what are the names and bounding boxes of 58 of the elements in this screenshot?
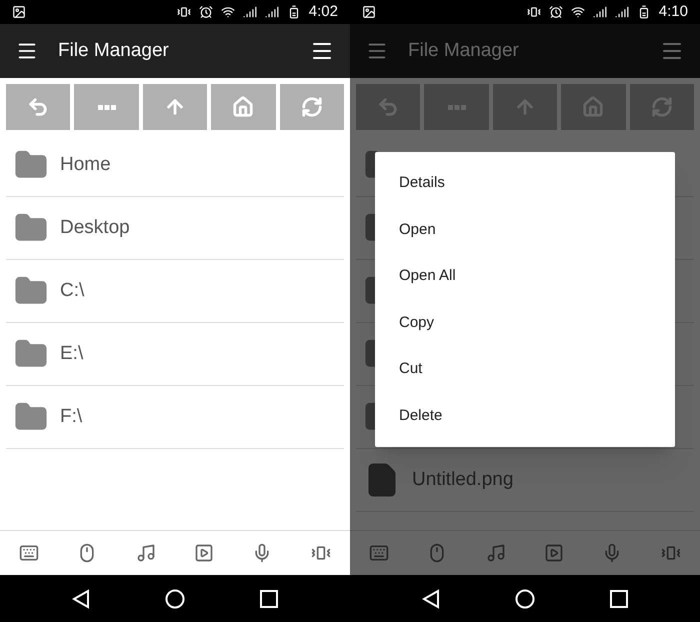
vibrate-icon (526, 5, 541, 19)
item-name: Untitled.png (412, 468, 514, 492)
alarm-clock-icon (198, 5, 213, 19)
signal-icon (592, 5, 607, 19)
back-arrow-button[interactable] (6, 84, 70, 130)
menu-item[interactable]: Details (375, 160, 675, 206)
home-circle-icon[interactable] (165, 588, 185, 608)
clock-time: 4:02 (308, 2, 338, 22)
play-icon[interactable] (194, 543, 214, 563)
clock-time: 4:10 (658, 2, 688, 22)
alarm-clock-icon (548, 5, 563, 19)
refresh-icon (300, 96, 323, 118)
recents-icon[interactable] (260, 590, 278, 608)
more-button[interactable] (74, 84, 139, 130)
menu-item[interactable]: Open All (375, 253, 675, 300)
signal-icon (242, 5, 257, 19)
music-note-icon[interactable] (136, 543, 156, 563)
keyboard-icon[interactable] (19, 543, 40, 563)
list-item[interactable]: Home (6, 134, 344, 197)
list-item[interactable]: E:\ (6, 323, 344, 386)
home-icon (582, 96, 604, 118)
signal-icon (614, 5, 629, 19)
app-title: File Manager (58, 38, 169, 63)
back-arrow-icon (27, 96, 50, 118)
list-item[interactable]: F:\ (6, 386, 344, 449)
list-item[interactable]: C:\ (6, 260, 344, 323)
home-icon (232, 96, 254, 118)
refresh-button[interactable] (280, 84, 344, 130)
back-icon[interactable] (72, 588, 90, 608)
menu-item[interactable]: Open (375, 206, 675, 253)
home-button[interactable] (211, 84, 276, 130)
signal-icon (264, 5, 279, 19)
menu-item[interactable]: Cut (375, 346, 675, 392)
home-circle-icon[interactable] (515, 588, 535, 608)
back-arrow-icon (377, 96, 400, 118)
up-arrow-button[interactable] (142, 84, 208, 130)
menu-item[interactable]: Copy (375, 300, 675, 346)
item-name: F:\ (60, 404, 82, 429)
menu-item[interactable]: Delete (375, 392, 675, 439)
image-icon (12, 5, 26, 19)
item-name: Desktop (60, 216, 130, 240)
music-note-icon[interactable] (486, 543, 506, 563)
image-icon (362, 5, 376, 19)
item-name: Home (60, 152, 111, 177)
item-name: E:\ (60, 342, 84, 366)
vibrate-icon (176, 5, 191, 19)
play-icon[interactable] (544, 543, 564, 563)
more-icon (448, 104, 466, 110)
wifi-icon (220, 5, 235, 19)
app-title: File Manager (408, 38, 519, 63)
recents-icon[interactable] (610, 590, 628, 608)
back-icon[interactable] (422, 588, 440, 608)
wifi-icon (570, 5, 585, 19)
keyboard-icon[interactable] (369, 543, 390, 563)
refresh-icon (650, 96, 673, 118)
more-icon (98, 104, 116, 110)
list-item[interactable]: Desktop (6, 197, 344, 260)
item-name: C:\ (60, 278, 84, 303)
